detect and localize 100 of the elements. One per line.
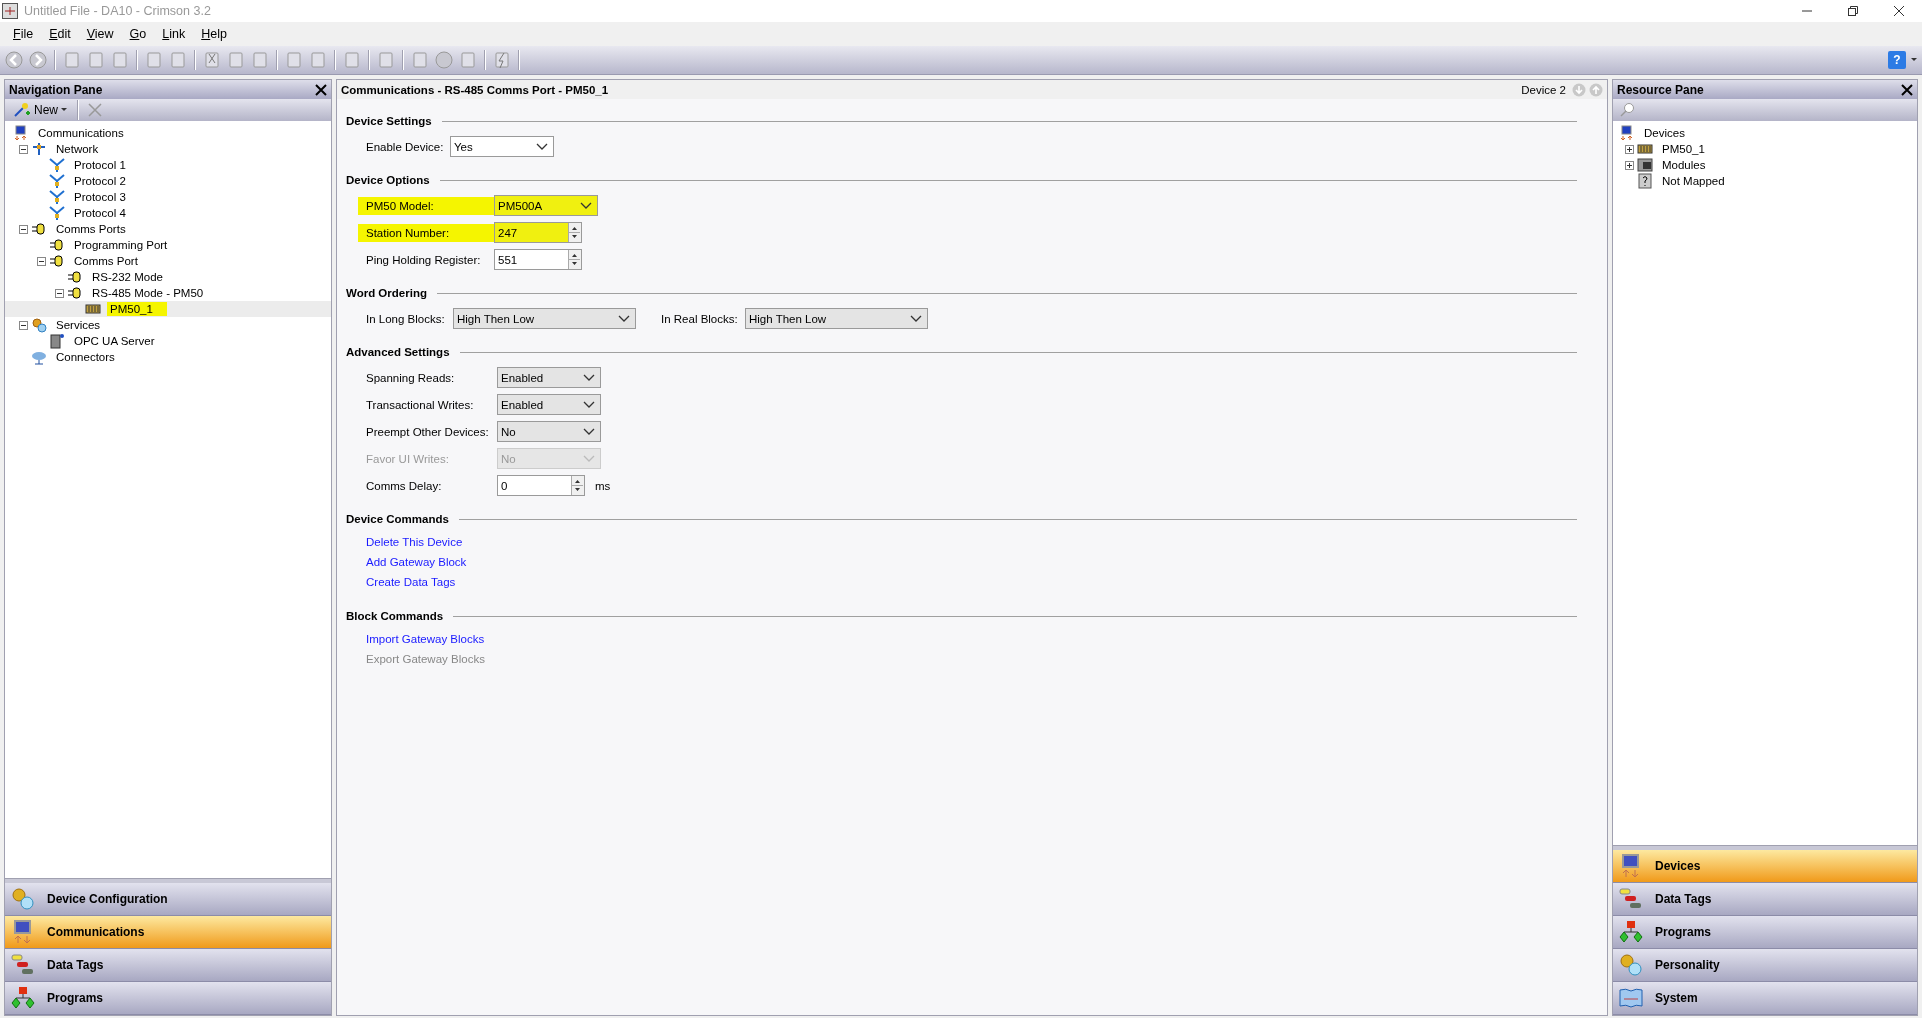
dropdown[interactable]: PM500A xyxy=(494,195,598,216)
pane-button[interactable]: Programs xyxy=(1613,916,1917,949)
chevron-down-icon xyxy=(910,314,922,323)
collapse-icon[interactable] xyxy=(18,320,28,330)
pane-button[interactable]: Data Tags xyxy=(1613,883,1917,916)
tree-row[interactable]: Protocol 3 xyxy=(5,189,331,205)
field-label: PM50 Model: xyxy=(358,196,494,215)
spin-field[interactable]: 0 xyxy=(497,475,585,496)
section-title: Advanced Settings xyxy=(346,346,450,358)
connector-icon xyxy=(31,221,47,237)
collapse-icon[interactable] xyxy=(18,144,28,154)
dropdown[interactable]: High Then Low xyxy=(745,308,928,329)
menu-item[interactable]: Edit xyxy=(42,25,78,43)
fork-icon xyxy=(49,189,65,205)
dropdown[interactable]: Enabled xyxy=(497,394,601,415)
chevron-down-icon xyxy=(536,142,548,151)
tree-label: Protocol 1 xyxy=(73,159,127,171)
collapse-icon[interactable] xyxy=(54,288,64,298)
tree-row[interactable]: OPC UA Server xyxy=(5,333,331,349)
pane-button[interactable]: Personality xyxy=(1613,949,1917,982)
tree-row[interactable]: Modules xyxy=(1613,157,1917,173)
connector-icon xyxy=(49,237,65,253)
dropdown[interactable]: Yes xyxy=(450,136,554,157)
tree-row[interactable]: PM50_1 xyxy=(1613,141,1917,157)
field-label: Ping Holding Register: xyxy=(366,253,482,266)
collapse-icon[interactable] xyxy=(18,224,28,234)
tree-label: Modules xyxy=(1661,159,1707,171)
tree-row[interactable]: Comms Ports xyxy=(5,221,331,237)
tree-row[interactable]: Programming Port xyxy=(5,237,331,253)
field-label: Preempt Other Devices: xyxy=(366,425,490,438)
menu-item[interactable]: View xyxy=(79,25,121,43)
forward-icon[interactable] xyxy=(28,50,48,70)
tree-row[interactable]: Comms Port xyxy=(5,253,331,269)
spin-field[interactable]: 247 xyxy=(494,222,582,243)
tree-row[interactable]: RS-485 Mode - PM50 xyxy=(5,285,331,301)
tree-label: Communications xyxy=(37,127,125,139)
question-icon xyxy=(1637,173,1653,189)
tree-row[interactable]: Devices xyxy=(1613,125,1917,141)
tree-row[interactable]: PM50_1 xyxy=(5,301,331,317)
tree-row[interactable]: Network xyxy=(5,141,331,157)
book-icon xyxy=(1619,986,1643,1010)
cut-icon[interactable] xyxy=(202,50,222,70)
collapse-icon[interactable] xyxy=(36,256,46,266)
up-arrow-icon[interactable] xyxy=(1589,82,1603,97)
command-link[interactable]: Create Data Tags xyxy=(366,576,456,588)
tree-row[interactable]: RS-232 Mode xyxy=(5,269,331,285)
pane-button[interactable]: Programs xyxy=(5,982,331,1015)
menu-item[interactable]: Link xyxy=(155,25,193,43)
fork-icon xyxy=(49,205,65,221)
new-button[interactable]: New xyxy=(11,102,69,118)
close-icon[interactable] xyxy=(1894,6,1904,16)
tree-label: Comms Port xyxy=(73,255,139,267)
menu-item[interactable]: File xyxy=(6,25,41,43)
tree-row[interactable]: Not Mapped xyxy=(1613,173,1917,189)
tree-row[interactable]: Connectors xyxy=(5,349,331,365)
flowchart-icon xyxy=(11,986,35,1010)
dropdown[interactable]: No xyxy=(497,421,601,442)
close-icon[interactable] xyxy=(1901,83,1913,96)
back-icon[interactable] xyxy=(4,50,24,70)
connector-icon xyxy=(49,253,65,269)
expand-icon[interactable] xyxy=(1624,144,1634,154)
tree-label: Not Mapped xyxy=(1661,175,1726,187)
search-icon[interactable] xyxy=(1619,102,1635,118)
command-link[interactable]: Delete This Device xyxy=(366,536,463,548)
tree-label: Network xyxy=(55,143,100,155)
field-label: Favor UI Writes: xyxy=(366,452,450,465)
pane-button[interactable]: Data Tags xyxy=(5,949,331,982)
tree-row[interactable]: Protocol 4 xyxy=(5,205,331,221)
restore-icon[interactable] xyxy=(1848,6,1858,16)
caret-icon[interactable] xyxy=(1910,57,1918,63)
down-arrow-icon[interactable] xyxy=(1572,82,1586,97)
close-icon[interactable] xyxy=(315,83,327,96)
pane-button[interactable]: Communications xyxy=(5,916,331,949)
pane-button[interactable]: System xyxy=(1613,982,1917,1015)
dropdown[interactable]: Enabled xyxy=(497,367,601,388)
panel-title: Communications - RS-485 Comms Port - PM50_1 xyxy=(341,83,610,96)
tree-row[interactable]: Protocol 2 xyxy=(5,173,331,189)
tree-row[interactable]: Services xyxy=(5,317,331,333)
delete-icon[interactable] xyxy=(87,102,103,118)
lightning-icon[interactable] xyxy=(492,50,512,70)
app-icon xyxy=(2,3,18,19)
pane-button[interactable]: Device Configuration xyxy=(5,883,331,916)
pane-title: Navigation Pane xyxy=(9,82,104,97)
tree-label: RS-232 Mode xyxy=(91,271,164,283)
spin-field[interactable]: 551 xyxy=(494,249,582,270)
section-title: Block Commands xyxy=(346,610,444,622)
flowchart-icon xyxy=(1619,920,1643,944)
monitor-arrows-icon xyxy=(13,125,29,141)
command-link[interactable]: Import Gateway Blocks xyxy=(366,633,485,645)
pane-button[interactable]: Devices xyxy=(1613,850,1917,883)
command-link[interactable]: Add Gateway Block xyxy=(366,556,467,568)
menu-item[interactable]: Go xyxy=(122,25,154,43)
module-icon xyxy=(85,301,101,317)
tree-row[interactable]: Protocol 1 xyxy=(5,157,331,173)
chevron-down-icon xyxy=(583,400,595,409)
tree-row[interactable]: Communications xyxy=(5,125,331,141)
expand-icon[interactable] xyxy=(1624,160,1634,170)
help-button[interactable]: ? xyxy=(1888,51,1906,69)
menu-item[interactable]: Help xyxy=(194,25,234,43)
dropdown[interactable]: High Then Low xyxy=(453,308,636,329)
